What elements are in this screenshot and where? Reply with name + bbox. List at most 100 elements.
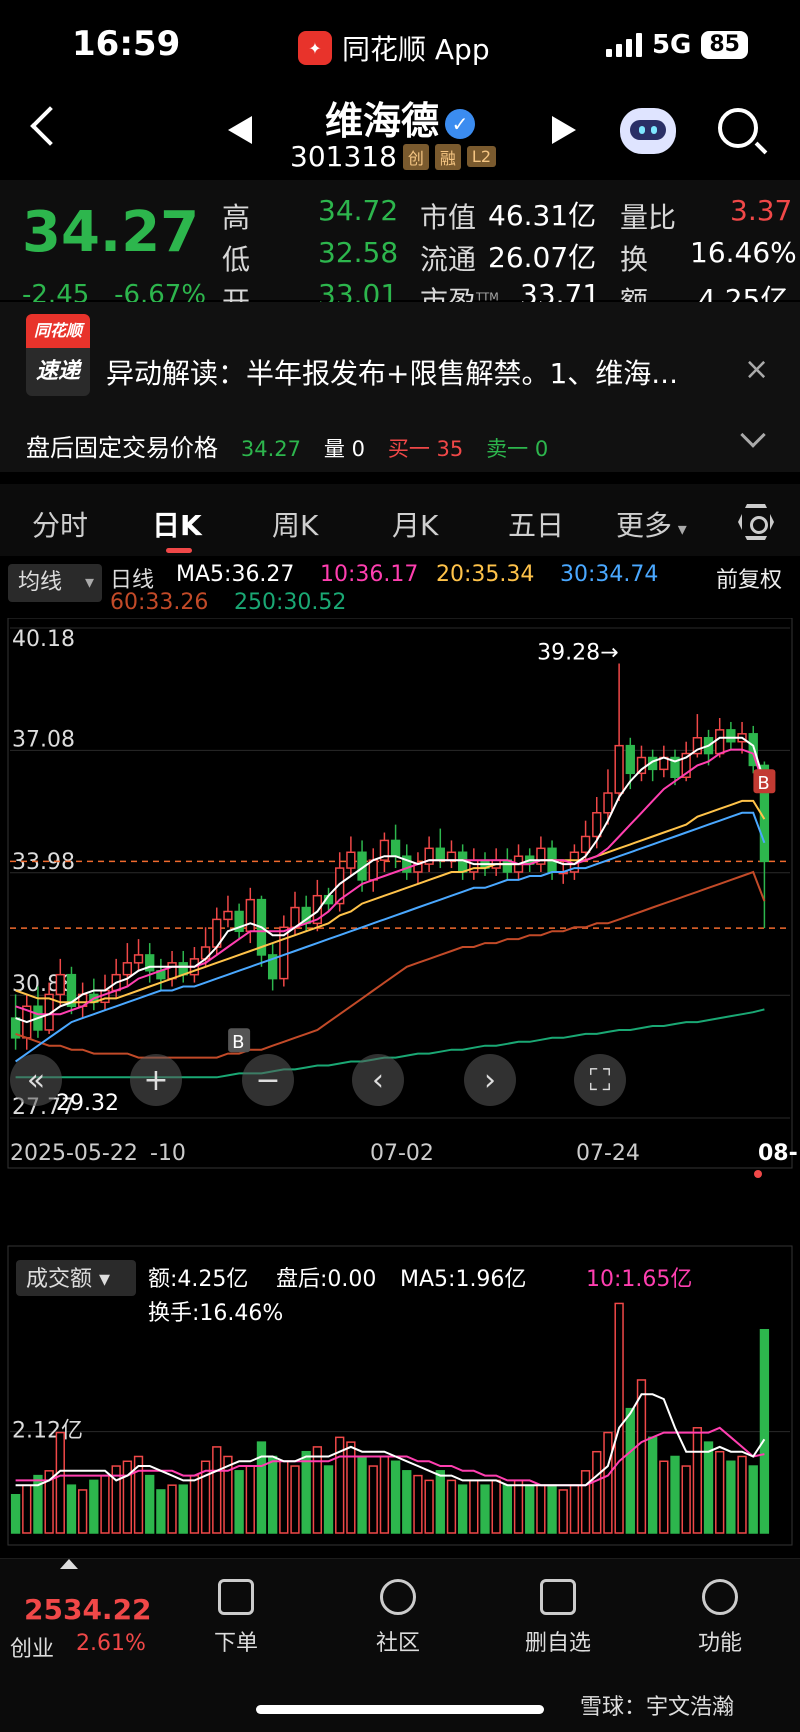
- buy-marker-label: B: [232, 1032, 244, 1053]
- ma-legend: 均线 日线 MA5:36.27 10:36.17 20:35.34 30:34.…: [0, 558, 800, 618]
- volume-bar: [525, 1484, 535, 1534]
- volume-bar: [379, 1455, 390, 1534]
- index-value[interactable]: 2534.22: [24, 1593, 152, 1626]
- volume-bar: [301, 1450, 311, 1534]
- community-icon: [380, 1579, 416, 1615]
- date-axis-label: 08-15: [758, 1141, 800, 1166]
- after-hours-row[interactable]: 盘后固定交易价格 34.27 量 0 买一 35 卖一 0: [26, 428, 548, 463]
- robot-assistant-icon[interactable]: [620, 108, 676, 154]
- volume-bar: [480, 1484, 490, 1534]
- index-arrow-icon: [60, 1559, 78, 1569]
- candle-body: [592, 812, 602, 838]
- volume-legend-ma10: 10:1.65亿: [586, 1267, 692, 1292]
- app-logo-icon: ✦: [298, 31, 332, 65]
- latest-date-dot: [754, 1170, 762, 1178]
- price-axis-label: 37.08: [12, 727, 75, 752]
- volume-bar: [659, 1460, 669, 1534]
- volume-bar: [279, 1460, 289, 1534]
- tab-intraday[interactable]: 分时: [32, 504, 88, 544]
- volume-bar: [715, 1450, 725, 1534]
- volume-bar: [435, 1470, 445, 1534]
- volume-bar: [580, 1470, 591, 1534]
- chevron-down-icon[interactable]: [740, 422, 766, 448]
- kline-chart-svg[interactable]: 40.1837.0833.9830.8827.7739.28→29.32BB« +…: [0, 618, 800, 1558]
- volume-bar: [77, 1489, 88, 1534]
- nav-order[interactable]: 下单: [176, 1579, 296, 1657]
- tag-l2: L2: [466, 146, 497, 167]
- indicator-mode-select[interactable]: 均线: [8, 564, 102, 602]
- signal-icon: [605, 33, 642, 57]
- volume-bar: [491, 1479, 501, 1534]
- index-name: 创业: [10, 1637, 55, 1662]
- mcap-value: 46.31亿: [488, 199, 597, 232]
- volume-bar: [89, 1479, 99, 1534]
- volume-bar: [625, 1407, 635, 1534]
- alert-message[interactable]: 异动解读：半年报发布+限售解禁。1、维海...: [106, 352, 678, 392]
- tab-weekly[interactable]: 周K: [272, 504, 318, 544]
- remove-watchlist-icon: [540, 1579, 576, 1615]
- nav-functions-label: 功能: [697, 1631, 742, 1656]
- legend-ma30: 30:34.74: [560, 562, 659, 587]
- volume-bar: [167, 1484, 177, 1534]
- tab-more[interactable]: 更多 ▾: [616, 504, 687, 544]
- volume-bar: [536, 1484, 546, 1534]
- volume-bar: [290, 1465, 300, 1534]
- after-hours-price: 34.27: [240, 437, 302, 461]
- candle-body: [625, 744, 635, 775]
- candle-body: [390, 839, 401, 857]
- nav-functions[interactable]: 功能: [660, 1579, 780, 1657]
- nav-remove-watchlist[interactable]: 删自选: [498, 1579, 618, 1657]
- fullscreen-icon-glyph: ⛶: [590, 1063, 611, 1098]
- volume-bar: [647, 1436, 658, 1534]
- next-stock-icon[interactable]: [552, 116, 576, 144]
- ma30-line: [15, 811, 766, 1063]
- volume-bar: [681, 1465, 691, 1534]
- adjust-mode[interactable]: 前复权: [716, 562, 782, 594]
- legend-ma20: 20:35.34: [436, 562, 535, 587]
- tab-more-label: 更多: [616, 509, 673, 542]
- volume-bar: [513, 1479, 524, 1534]
- tag-rong: 融: [434, 143, 461, 170]
- legend-ma10: 10:36.17: [320, 562, 419, 587]
- volume-legend-ma5: MA5:1.96亿: [400, 1267, 526, 1292]
- candle-body: [580, 835, 591, 854]
- zoom-in-icon-glyph: +: [143, 1063, 168, 1098]
- volume-bar: [457, 1484, 468, 1534]
- volume-bar: [368, 1465, 378, 1534]
- candle-body: [223, 910, 233, 921]
- tab-five-day[interactable]: 五日: [508, 504, 564, 544]
- date-axis-label: 07-02: [370, 1141, 434, 1166]
- home-indicator[interactable]: [256, 1705, 544, 1714]
- candle-body: [469, 859, 479, 873]
- date-axis-label: 07-24: [576, 1141, 640, 1166]
- search-icon[interactable]: [718, 108, 758, 148]
- candle-body: [133, 954, 144, 964]
- tab-monthly[interactable]: 月K: [392, 504, 438, 544]
- stock-header: 维海德 ✓ 301318 创 融 L2: [0, 90, 800, 180]
- volume-bar: [66, 1484, 77, 1534]
- volume-bar: [726, 1460, 736, 1534]
- stock-title: 维海德 ✓: [0, 90, 800, 145]
- stock-code: 301318: [290, 140, 397, 173]
- tab-daily[interactable]: 日K: [152, 504, 202, 544]
- status-time: 16:59: [72, 24, 181, 64]
- verified-icon: ✓: [445, 108, 475, 139]
- high-price-marker: 39.28→: [537, 641, 618, 666]
- volume-bar: [692, 1427, 703, 1534]
- legend-ma60: 60:33.26: [110, 590, 209, 615]
- close-icon[interactable]: ×: [744, 352, 769, 387]
- candle-body: [614, 744, 624, 794]
- volume-bar: [234, 1470, 244, 1534]
- nav-community[interactable]: 社区: [338, 1579, 458, 1657]
- volume-bar: [748, 1465, 758, 1534]
- settings-icon[interactable]: [738, 504, 774, 540]
- volume-legend-turnover: 换手:16.46%: [148, 1301, 283, 1326]
- volume-mode-label: 成交额 ▾: [26, 1267, 110, 1292]
- candle-body: [715, 729, 725, 755]
- volume-bar: [670, 1455, 680, 1534]
- volume-legend-after: 盘后:0.00: [276, 1267, 376, 1292]
- alert-panel: 同花顺 速递 异动解读：半年报发布+限售解禁。1、维海... × 盘后固定交易价…: [0, 302, 800, 472]
- volume-bar: [558, 1489, 568, 1534]
- volume-bar: [178, 1484, 188, 1534]
- kline-chart-area[interactable]: 40.18 37.08 33.98 30.88 27.77 39.28→ 29.32 B B «+…: [0, 618, 800, 1546]
